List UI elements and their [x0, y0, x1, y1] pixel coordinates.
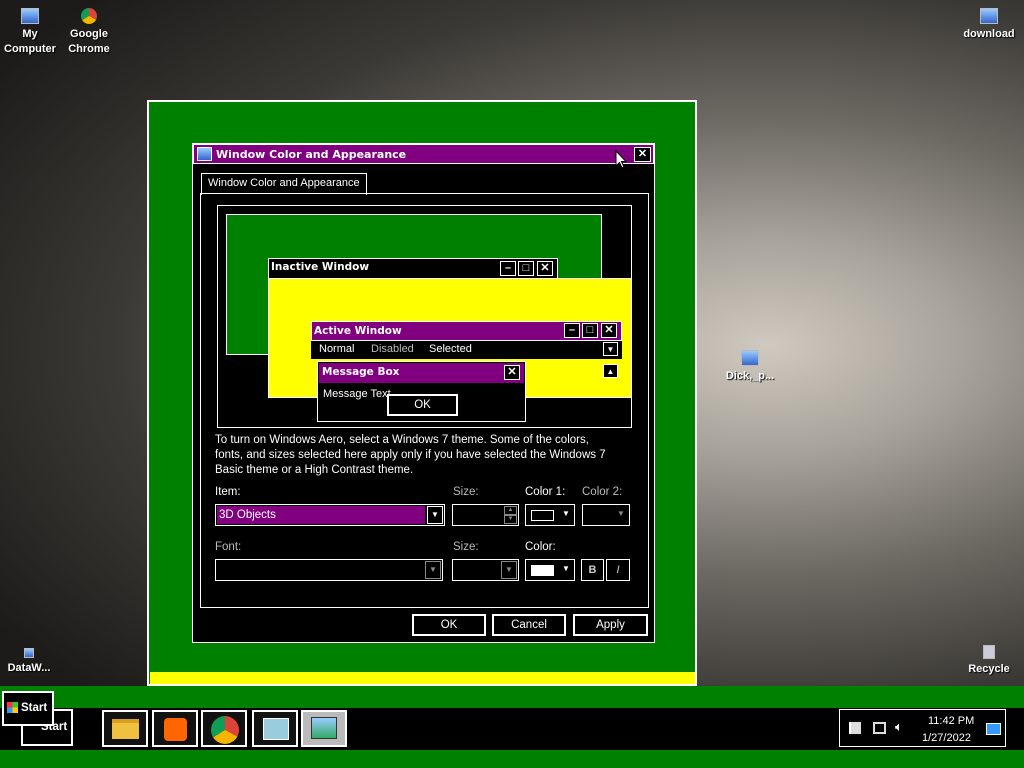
- shortcut-icon: [24, 648, 34, 658]
- control-panel-icon: [263, 718, 289, 740]
- size-label: Size:: [453, 486, 479, 498]
- color2-picker[interactable]: ▼: [582, 504, 630, 526]
- active-minimize-icon: –: [564, 323, 580, 338]
- message-box-titlebar: Message Box: [319, 363, 524, 383]
- tab-window-color-appearance[interactable]: Window Color and Appearance: [201, 173, 367, 195]
- taskbar-chrome-button[interactable]: [201, 710, 247, 747]
- show-desktop-icon[interactable]: [986, 723, 1001, 735]
- background-window-strip: [150, 672, 695, 684]
- active-window-title: Active Window: [314, 325, 402, 337]
- preview-active-window: Active Window – □ ✕ Normal Disabled Sele…: [311, 321, 622, 359]
- taskbar-control-panel-button[interactable]: [252, 710, 298, 747]
- volume-icon[interactable]: 🔈︎: [895, 719, 903, 735]
- display-settings-icon: [311, 717, 337, 739]
- chevron-down-icon: ▼: [562, 509, 570, 518]
- item-dropdown[interactable]: 3D Objects ▼: [215, 504, 445, 526]
- system-tray: 🔈︎ 11:42 PM 1/27/2022: [839, 709, 1006, 747]
- spin-down-icon: ▼: [504, 515, 517, 524]
- cancel-button[interactable]: Cancel: [492, 614, 566, 636]
- color1-picker[interactable]: ▼: [525, 504, 575, 526]
- font-dropdown[interactable]: ▼: [215, 559, 443, 581]
- start-tooltip: Start: [2, 691, 54, 726]
- image-file-icon: [980, 8, 998, 24]
- preview-inactive-window: Inactive Window – □ ✕: [268, 258, 558, 279]
- desktop-icon-dick-p[interactable]: Dick,_p...: [715, 350, 785, 384]
- color1-swatch: [531, 510, 554, 521]
- chrome-icon: [211, 716, 239, 744]
- image-file-icon: [741, 350, 759, 366]
- action-center-flag-icon[interactable]: [849, 722, 861, 734]
- apply-button[interactable]: Apply: [573, 614, 648, 636]
- chrome-icon: [81, 8, 97, 24]
- inactive-window-title: Inactive Window: [271, 261, 370, 273]
- mouse-pointer-icon: [615, 150, 627, 169]
- taskbar-explorer-button[interactable]: [102, 710, 148, 747]
- menu-normal: Normal: [319, 343, 355, 355]
- dialog-title: Window Color and Appearance: [216, 148, 407, 161]
- clock-date[interactable]: 1/27/2022: [922, 732, 971, 744]
- window-color-appearance-dialog: Window Color and Appearance ✕ Window Col…: [192, 143, 655, 643]
- color1-label: Color 1:: [525, 486, 566, 498]
- font-size-dropdown[interactable]: ▼: [452, 559, 519, 581]
- preview-area: Inactive Window – □ ✕ Active Window – □ …: [217, 205, 632, 428]
- color2-label: Color 2:: [582, 486, 623, 498]
- windows-logo-icon: [7, 702, 18, 713]
- font-color-label: Color:: [525, 541, 556, 553]
- dialog-close-button[interactable]: ✕: [634, 147, 651, 162]
- font-color-picker[interactable]: ▼: [525, 559, 575, 581]
- folder-icon: [112, 719, 139, 739]
- desktop-icon-recycle-bin[interactable]: Recycle: [954, 645, 1024, 677]
- font-label: Font:: [215, 541, 242, 553]
- active-maximize-icon: □: [582, 323, 598, 338]
- taskbar-media-player-button[interactable]: [152, 710, 198, 747]
- scroll-up-icon: ▲: [603, 364, 618, 378]
- bold-toggle[interactable]: B: [581, 559, 604, 581]
- dialog-titlebar[interactable]: Window Color and Appearance: [193, 144, 654, 164]
- desktop-icon-dataw[interactable]: DataW...: [0, 648, 64, 676]
- active-close-icon: ✕: [601, 323, 617, 338]
- italic-toggle[interactable]: I: [606, 559, 630, 581]
- display-settings-icon: [197, 147, 212, 161]
- start-tooltip-label: Start: [21, 702, 48, 714]
- desktop-icon-google-chrome[interactable]: Google Chrome: [54, 8, 124, 57]
- taskbar-display-settings-button[interactable]: [301, 710, 347, 747]
- network-icon[interactable]: [873, 722, 886, 734]
- chevron-down-icon: ▼: [501, 561, 517, 579]
- size-spinner[interactable]: ▲ ▼: [452, 504, 519, 526]
- computer-icon: [21, 8, 39, 24]
- scroll-down-icon: ▼: [603, 342, 618, 356]
- ok-button[interactable]: OK: [412, 614, 486, 636]
- recycle-bin-icon: [983, 645, 995, 659]
- chevron-down-icon: ▼: [617, 509, 625, 518]
- font-color-swatch: [531, 565, 554, 576]
- media-player-icon: [164, 718, 187, 741]
- preview-message-box: Message Box ✕ Message Text OK: [317, 361, 526, 422]
- menu-selected: Selected: [429, 343, 472, 355]
- inactive-close-icon: ✕: [537, 261, 553, 276]
- message-box-title: Message Box: [322, 366, 400, 378]
- chevron-down-icon: ▼: [425, 561, 441, 579]
- font-size-label: Size:: [453, 541, 479, 553]
- chevron-down-icon: ▼: [427, 506, 443, 524]
- item-label: Item:: [215, 486, 241, 498]
- message-box-ok-button: OK: [387, 394, 458, 416]
- chevron-down-icon: ▼: [562, 564, 570, 573]
- message-box-text: Message Text: [323, 388, 391, 400]
- inactive-minimize-icon: –: [500, 261, 516, 276]
- clock-time[interactable]: 11:42 PM: [928, 715, 974, 727]
- desktop-icon-download[interactable]: download: [954, 8, 1024, 42]
- spin-up-icon: ▲: [504, 506, 517, 515]
- item-selected-value: 3D Objects: [217, 506, 425, 524]
- inactive-maximize-icon: □: [518, 261, 534, 276]
- aero-description: To turn on Windows Aero, select a Window…: [215, 434, 606, 476]
- message-box-close-icon: ✕: [504, 365, 520, 380]
- menu-disabled: Disabled: [371, 343, 414, 355]
